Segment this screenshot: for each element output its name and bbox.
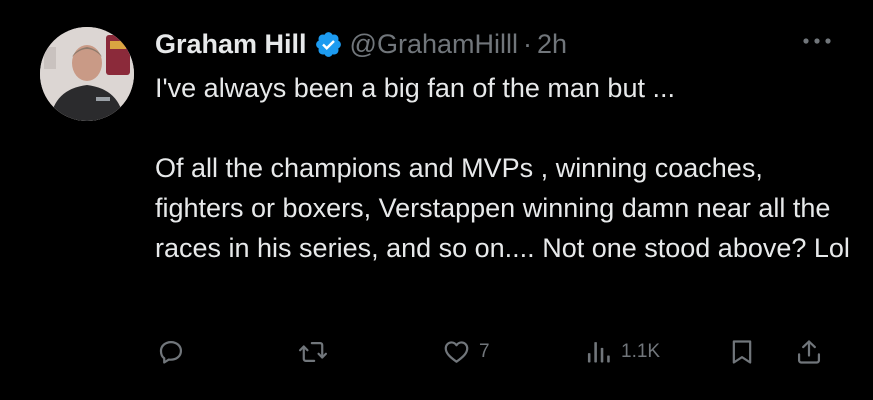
views-button[interactable]: 1.1K bbox=[585, 330, 660, 374]
tweet-text: I've always been a big fan of the man bu… bbox=[155, 73, 850, 263]
tweet-header: Graham Hill @GrahamHilll · 2h bbox=[155, 24, 567, 64]
reply-button[interactable] bbox=[157, 330, 193, 374]
share-icon bbox=[795, 338, 823, 366]
bookmark-icon bbox=[729, 338, 755, 366]
share-button[interactable] bbox=[795, 330, 823, 374]
avatar[interactable] bbox=[40, 27, 134, 121]
verified-badge-icon bbox=[314, 30, 343, 59]
retweet-icon bbox=[298, 338, 328, 366]
tweet-timestamp[interactable]: 2h bbox=[537, 29, 567, 60]
views-bar-chart-icon bbox=[585, 338, 613, 366]
author-display-name[interactable]: Graham Hill bbox=[155, 29, 307, 60]
views-count: 1.1K bbox=[621, 341, 661, 362]
author-handle[interactable]: @GrahamHilll bbox=[350, 29, 518, 60]
like-button[interactable]: 7 bbox=[442, 330, 490, 374]
separator-dot: · bbox=[522, 28, 532, 59]
like-count: 7 bbox=[479, 341, 490, 362]
tweet-actions: 7 1.1K bbox=[0, 330, 873, 374]
heart-icon bbox=[442, 338, 471, 366]
tweet[interactable]: Graham Hill @GrahamHilll · 2h I've alway… bbox=[0, 0, 873, 400]
more-options-icon[interactable] bbox=[800, 29, 834, 53]
retweet-button[interactable] bbox=[298, 330, 336, 374]
avatar-image bbox=[40, 27, 134, 121]
reply-icon bbox=[157, 338, 185, 366]
bookmark-button[interactable] bbox=[729, 330, 755, 374]
